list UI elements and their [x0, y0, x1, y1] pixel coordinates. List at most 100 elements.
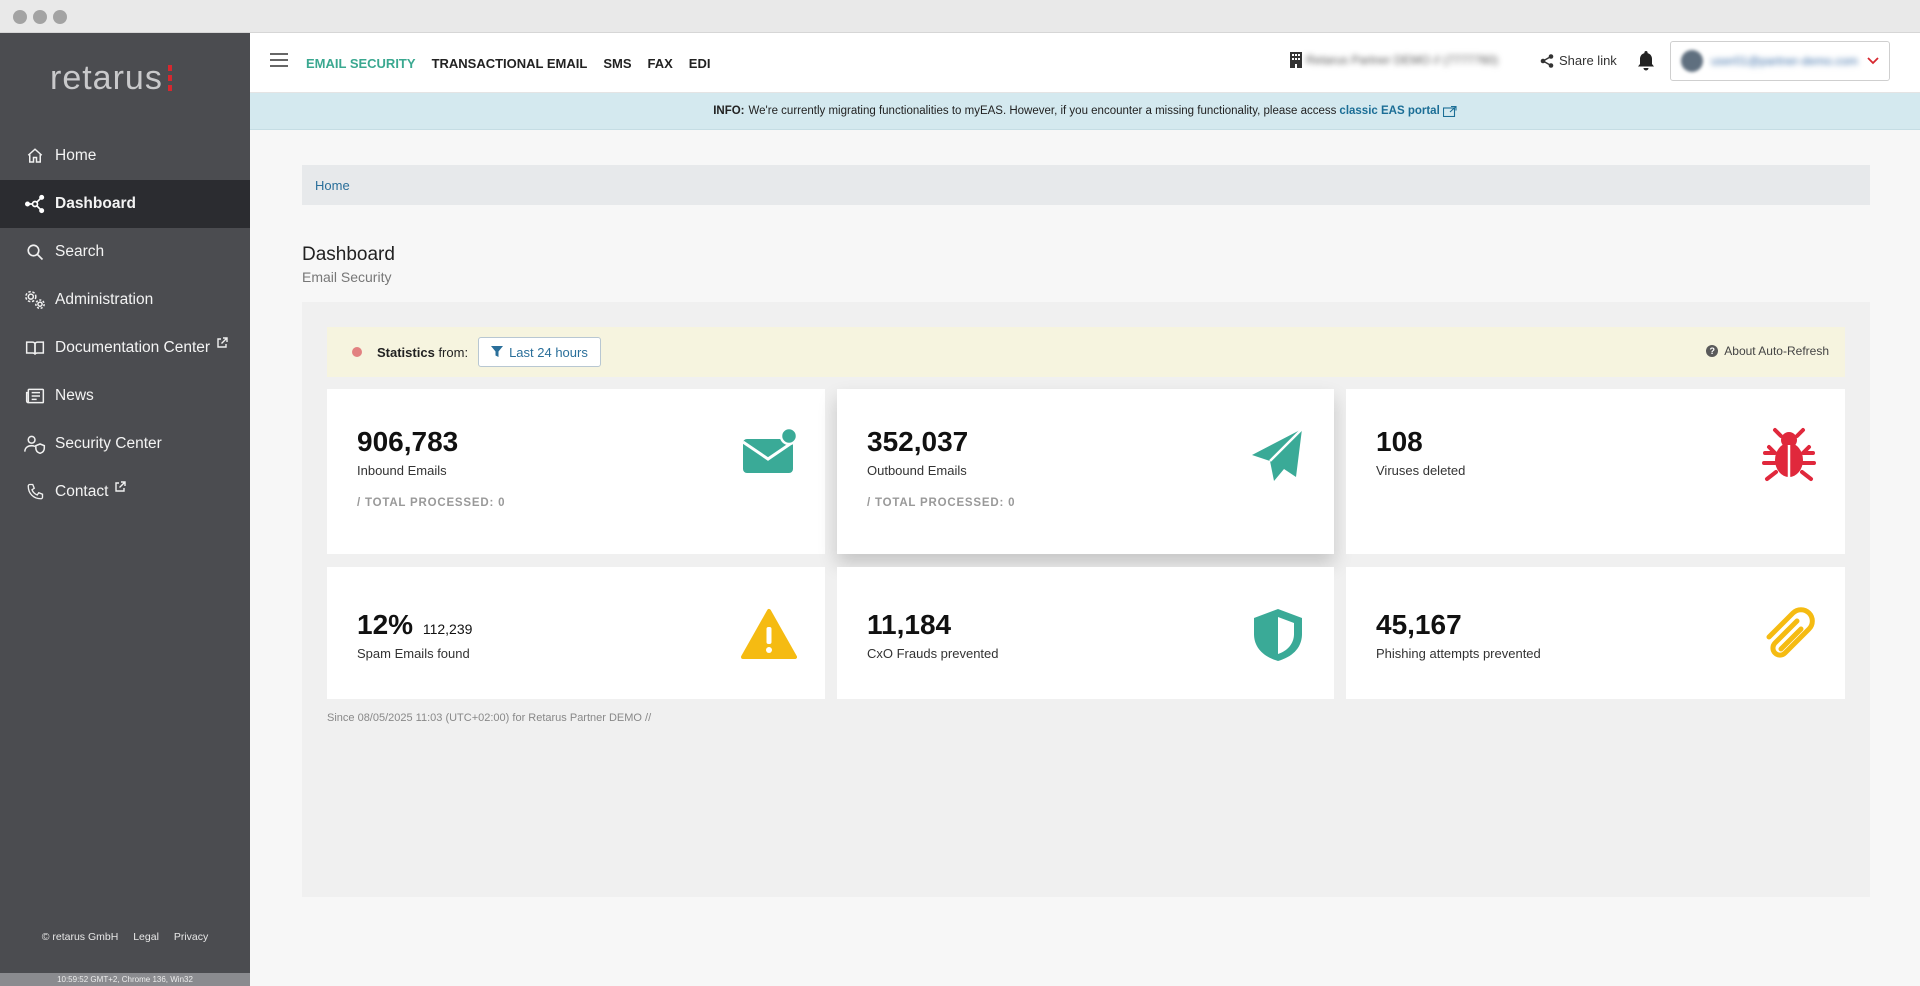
sidebar-nav: Home Dashboard Search Administration Doc… [0, 132, 250, 516]
share-link-label: Share link [1559, 53, 1617, 68]
phishing-value: 45,167 [1376, 609, 1462, 640]
spam-count: 112,239 [422, 621, 473, 637]
share-link-button[interactable]: Share link [1540, 53, 1617, 68]
inbound-total: / TOTAL PROCESSED: 0 [357, 497, 506, 509]
sidebar-item-label: Dashboard [55, 195, 136, 212]
info-banner: INFO: We're currently migrating function… [250, 93, 1920, 130]
sidebar-item-label: Contact [55, 483, 109, 500]
search-icon [24, 241, 46, 263]
viruses-value: 108 [1376, 426, 1423, 457]
spam-label: Spam Emails found [357, 646, 470, 661]
page-title: Dashboard [302, 244, 395, 265]
phone-icon [24, 481, 46, 503]
filter-icon [491, 346, 504, 357]
sidebar-item-home[interactable]: Home [0, 132, 250, 180]
cxo-value: 11,184 [867, 609, 952, 640]
tab-email-security[interactable]: EMAIL SECURITY [306, 56, 416, 71]
gears-icon [24, 289, 46, 311]
statistics-label: Statistics from: [377, 344, 469, 360]
info-prefix: INFO: [713, 105, 745, 117]
legal-link[interactable]: Legal [133, 931, 159, 943]
since-timestamp: Since 08/05/2025 11:03 (UTC+02:00) for R… [327, 712, 652, 724]
sidebar-item-label: Documentation Center [55, 339, 211, 356]
tab-edi[interactable]: EDI [689, 56, 711, 71]
window-maximize-button[interactable] [53, 10, 67, 24]
tab-transactional-email[interactable]: TRANSACTIONAL EMAIL [432, 56, 588, 71]
sidebar-item-search[interactable]: Search [0, 228, 250, 276]
external-link-icon [1442, 105, 1457, 117]
spam-value: 12% 112,239 [357, 609, 473, 640]
warning-icon [741, 609, 797, 659]
bell-icon[interactable] [1636, 50, 1656, 72]
avatar [1681, 50, 1703, 72]
bug-icon [1762, 428, 1816, 481]
window-titlebar [0, 0, 1920, 33]
product-tabs: EMAIL SECURITY TRANSACTIONAL EMAIL SMS F… [306, 33, 726, 93]
phishing-card[interactable]: 45,167 Phishing attempts prevented [1346, 567, 1845, 699]
menu-toggle-button[interactable] [270, 53, 288, 67]
newspaper-icon [24, 385, 46, 407]
tab-fax[interactable]: FAX [648, 56, 673, 71]
auto-refresh-label: About Auto-Refresh [1724, 344, 1829, 358]
sidebar-footer: © retarus GmbH Legal Privacy [0, 931, 250, 943]
paper-plane-icon [1252, 428, 1303, 481]
tenant-selector[interactable]: Retarus Partner DEMO // (7777760) [1290, 52, 1498, 68]
spam-emails-card[interactable]: 12% 112,239 Spam Emails found [327, 567, 825, 699]
inbound-emails-card[interactable]: 906,783 Inbound Emails / TOTAL PROCESSED… [327, 389, 825, 554]
external-link-icon [115, 481, 127, 492]
cxo-frauds-card[interactable]: 11,184 CxO Frauds prevented [837, 567, 1334, 699]
sidebar-item-contact[interactable]: Contact [0, 468, 250, 516]
logo-text: retarus [50, 58, 163, 97]
viruses-deleted-card[interactable]: 108 Viruses deleted [1346, 389, 1845, 554]
window-minimize-button[interactable] [33, 10, 47, 24]
shield-icon [1254, 609, 1302, 661]
sidebar-item-label: Search [55, 243, 105, 260]
privacy-link[interactable]: Privacy [174, 931, 208, 943]
dashboard-panel: Statistics from: Last 24 hours ? About A… [302, 302, 1870, 897]
outbound-value: 352,037 [867, 426, 969, 457]
time-filter-label: Last 24 hours [509, 344, 588, 360]
copyright-text: © retarus GmbH [41, 931, 119, 943]
classic-eas-portal-link[interactable]: classic EAS portal [1339, 105, 1439, 117]
external-link-icon [217, 337, 228, 348]
outbound-total: / TOTAL PROCESSED: 0 [867, 497, 1016, 509]
outbound-label: Outbound Emails [867, 463, 967, 478]
user-menu-dropdown[interactable]: user01@partner-demo.com [1670, 41, 1890, 81]
sidebar-item-label: Home [55, 147, 97, 164]
sidebar-item-label: Security Center [55, 435, 162, 452]
logo-dots-icon [167, 65, 172, 91]
home-icon [24, 145, 46, 167]
sidebar-item-label: Administration [55, 291, 154, 308]
cxo-label: CxO Frauds prevented [867, 646, 999, 661]
sidebar-item-news[interactable]: News [0, 372, 250, 420]
sidebar-item-documentation-center[interactable]: Documentation Center [0, 324, 250, 372]
retarus-logo[interactable]: retarus [50, 53, 172, 103]
window-close-button[interactable] [13, 10, 27, 24]
viruses-label: Viruses deleted [1376, 463, 1466, 478]
chevron-down-icon [1867, 57, 1879, 65]
phishing-label: Phishing attempts prevented [1376, 646, 1541, 661]
outbound-emails-card[interactable]: 352,037 Outbound Emails / TOTAL PROCESSE… [837, 389, 1334, 554]
status-dot [352, 347, 362, 357]
book-icon [24, 337, 46, 359]
tab-sms[interactable]: SMS [603, 56, 631, 71]
sidebar-item-dashboard[interactable]: Dashboard [0, 180, 250, 228]
inbound-value: 906,783 [357, 426, 459, 457]
time-filter-button[interactable]: Last 24 hours [478, 337, 601, 367]
building-icon [1290, 52, 1302, 68]
sidebar-item-administration[interactable]: Administration [0, 276, 250, 324]
user-email: user01@partner-demo.com [1711, 54, 1858, 68]
about-auto-refresh-link[interactable]: ? About Auto-Refresh [1706, 344, 1829, 358]
user-shield-icon [24, 433, 46, 455]
browser-status-text: 10:59:52 GMT+2, Chrome 136, Win32 [0, 973, 250, 986]
sidebar-item-security-center[interactable]: Security Center [0, 420, 250, 468]
breadcrumb-home-link[interactable]: Home [315, 178, 350, 193]
page-subtitle: Email Security [302, 269, 392, 285]
share-icon [1540, 53, 1554, 68]
inbound-label: Inbound Emails [357, 463, 447, 478]
envelope-notification-icon [742, 427, 797, 473]
sidebar: retarus Home Dashboard Search Administra… [0, 33, 250, 986]
top-bar: EMAIL SECURITY TRANSACTIONAL EMAIL SMS F… [250, 33, 1920, 93]
network-icon [24, 193, 46, 215]
info-text: We're currently migrating functionalitie… [748, 105, 1337, 117]
